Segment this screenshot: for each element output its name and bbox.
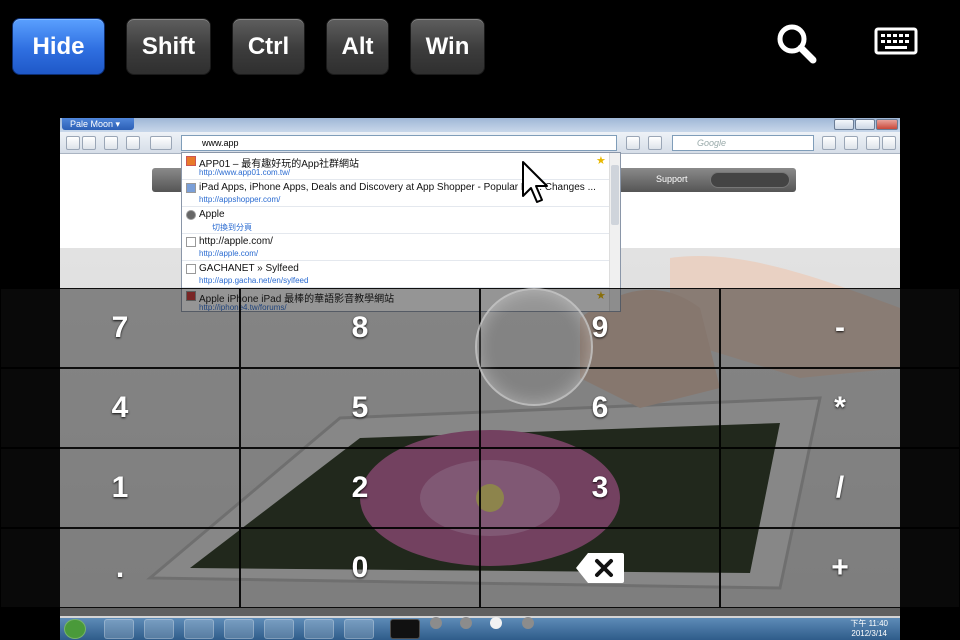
key-0[interactable]: 0	[240, 528, 480, 608]
autocomplete-item[interactable]: Apple 切換到分頁	[182, 207, 610, 234]
start-button[interactable]	[64, 619, 86, 639]
page-favicon-icon	[186, 237, 196, 247]
autocomplete-url: http://app.gacha.net/en/sylfeed	[199, 276, 309, 285]
browser-navbar: www.app Google	[60, 132, 900, 154]
addon-icon[interactable]	[822, 136, 836, 150]
bookmark-icon[interactable]	[150, 136, 172, 150]
autocomplete-title: Apple	[199, 209, 225, 220]
autocomplete-title: GACHANET » Sylfeed	[199, 263, 299, 274]
page-dot-current[interactable]	[490, 617, 502, 629]
taskbar-app-icon[interactable]	[264, 619, 294, 639]
key-7[interactable]: 7	[0, 288, 240, 368]
alt-key-button[interactable]: Alt	[326, 18, 389, 75]
taskbar-clock: 下午 11:40 2012/3/14	[850, 619, 888, 639]
page-indicator[interactable]	[430, 617, 540, 631]
win-key-button[interactable]: Win	[410, 18, 485, 75]
back-icon[interactable]	[66, 136, 80, 150]
hide-button[interactable]: Hide	[12, 18, 105, 75]
autocomplete-title: http://apple.com/	[199, 236, 273, 247]
key-divide[interactable]: /	[720, 448, 960, 528]
backspace-icon	[576, 553, 624, 583]
shift-key-button[interactable]: Shift	[126, 18, 211, 75]
support-link[interactable]: Support	[656, 174, 688, 184]
key-3[interactable]: 3	[480, 448, 720, 528]
taskbar-app-icon[interactable]	[304, 619, 334, 639]
minimize-icon[interactable]	[834, 119, 854, 130]
home-icon[interactable]	[126, 136, 140, 150]
site-favicon-icon	[186, 183, 196, 193]
key-multiply[interactable]: *	[720, 368, 960, 448]
autocomplete-item[interactable]: GACHANET » Sylfeed http://app.gacha.net/…	[182, 261, 610, 288]
page-favicon-icon	[186, 264, 196, 274]
page-dot[interactable]	[460, 617, 472, 629]
mail-icon[interactable]	[648, 136, 662, 150]
app-menu-label: Pale Moon	[70, 119, 114, 129]
magnifier-loupe[interactable]	[475, 288, 593, 406]
star-icon: ★	[596, 155, 606, 167]
key-backspace[interactable]	[480, 528, 720, 608]
top-toolbar: Hide Shift Ctrl Alt Win	[0, 0, 960, 90]
taskbar-app-icon[interactable]	[184, 619, 214, 639]
forward-icon[interactable]	[82, 136, 96, 150]
autocomplete-url: http://www.app01.com.tw/	[199, 168, 291, 177]
scrollbar-thumb[interactable]	[611, 165, 619, 225]
page-dot[interactable]	[522, 617, 534, 629]
ctrl-key-button[interactable]: Ctrl	[232, 18, 305, 75]
key-plus[interactable]: +	[720, 528, 960, 608]
keypad-bottom-edge	[60, 608, 900, 616]
search-placeholder: Google	[697, 138, 727, 148]
autocomplete-url: http://appshopper.com/	[199, 195, 281, 204]
switch-to-tab-label: 切換到分頁	[212, 223, 252, 232]
mouse-cursor-icon	[522, 161, 548, 203]
key-5[interactable]: 5	[240, 368, 480, 448]
extension-icon[interactable]	[626, 136, 640, 150]
keyboard-icon[interactable]	[872, 20, 922, 66]
addon-icon[interactable]	[844, 136, 858, 150]
app-menu-button[interactable]: Pale Moon ▾	[62, 118, 134, 130]
taskbar-app-icon[interactable]	[144, 619, 174, 639]
apple-favicon-icon	[186, 210, 196, 220]
clock-date: 2012/3/14	[851, 629, 887, 638]
clock-time: 下午 11:40	[850, 619, 888, 628]
site-favicon-icon	[186, 156, 196, 166]
address-bar[interactable]: www.app	[181, 135, 617, 151]
taskbar-app-icon[interactable]	[224, 619, 254, 639]
key-4[interactable]: 4	[0, 368, 240, 448]
taskbar-app-icon[interactable]	[390, 619, 420, 639]
address-value: www.app	[202, 138, 239, 148]
taskbar-app-icon[interactable]	[104, 619, 134, 639]
key-2[interactable]: 2	[240, 448, 480, 528]
key-minus[interactable]: -	[720, 288, 960, 368]
search-icon[interactable]	[772, 20, 822, 66]
autocomplete-item[interactable]: http://apple.com/ http://apple.com/	[182, 234, 610, 261]
site-search-input[interactable]	[710, 172, 790, 188]
key-decimal[interactable]: .	[0, 528, 240, 608]
key-8[interactable]: 8	[240, 288, 480, 368]
close-icon[interactable]	[876, 119, 898, 130]
maximize-icon[interactable]	[855, 119, 875, 130]
autocomplete-url: http://apple.com/	[199, 249, 259, 258]
reload-icon[interactable]	[104, 136, 118, 150]
addon-icon[interactable]	[866, 136, 880, 150]
taskbar-app-icon[interactable]	[344, 619, 374, 639]
menu-icon[interactable]	[882, 136, 896, 150]
browser-titlebar: Pale Moon ▾	[60, 118, 900, 132]
page-dot[interactable]	[430, 617, 442, 629]
search-bar[interactable]: Google	[672, 135, 814, 151]
key-1[interactable]: 1	[0, 448, 240, 528]
